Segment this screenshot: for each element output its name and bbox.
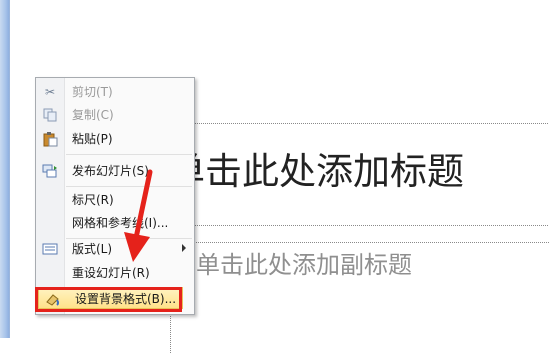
annotation-arrow	[124, 169, 153, 262]
